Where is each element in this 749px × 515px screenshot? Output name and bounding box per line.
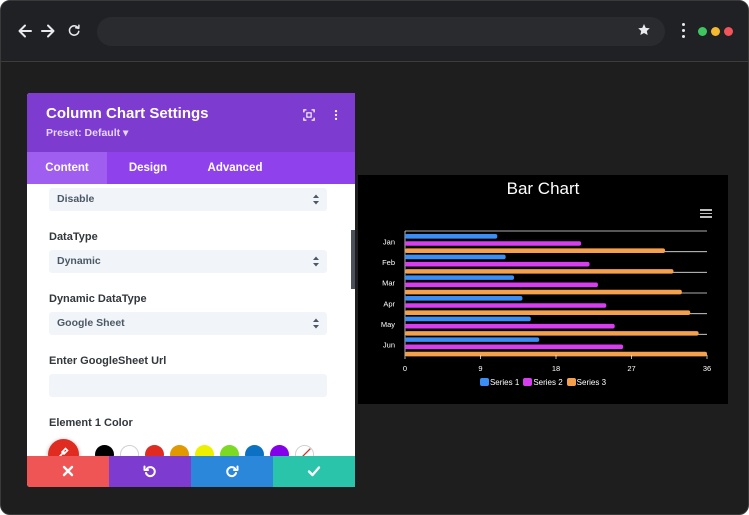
category-label: May [381, 320, 395, 329]
bar-feb-series-2 [405, 261, 590, 267]
window-dot-yellow-icon[interactable] [711, 27, 720, 36]
category-label: Mar [382, 279, 395, 288]
save-button[interactable] [273, 456, 355, 487]
address-bar[interactable] [97, 17, 665, 46]
bar-mar-series-2 [405, 282, 598, 288]
legend-item[interactable]: Series 1 [479, 378, 520, 387]
cancel-button[interactable] [27, 456, 109, 487]
legend-label: Series 3 [576, 378, 607, 387]
back-arrow-icon[interactable] [15, 21, 35, 41]
panel-footer [27, 456, 355, 487]
bar-apr-series-3 [405, 310, 691, 315]
panel-body: Disable DataType Dynamic Dynamic DataTyp… [27, 184, 355, 456]
x-tick-label: 27 [627, 364, 635, 373]
settings-panel: Column Chart Settings Preset: Default ▾ … [27, 93, 355, 487]
select-arrows-icon [313, 256, 319, 267]
window-dot-green-icon[interactable] [698, 27, 707, 36]
dynamic-datatype-label: Dynamic DataType [49, 293, 147, 305]
preset-dropdown[interactable]: Preset: Default ▾ [46, 127, 128, 139]
bar-may-series-3 [405, 331, 699, 336]
dynamic-datatype-select[interactable]: Google Sheet [49, 312, 327, 335]
panel-header: Column Chart Settings Preset: Default ▾ [27, 93, 355, 152]
legend-swatch [479, 378, 489, 386]
legend-item[interactable]: Series 2 [523, 378, 563, 387]
undo-icon [143, 465, 156, 478]
bar-jan-series-2 [405, 241, 582, 246]
legend-swatch [523, 378, 533, 386]
legend-swatch [566, 378, 576, 386]
category-label: Apr [383, 299, 395, 308]
browser-window: Column Chart Settings Preset: Default ▾ … [0, 0, 749, 515]
undo-button[interactable] [109, 456, 191, 487]
bar-mar-series-3 [405, 289, 682, 295]
category-label: Feb [382, 258, 395, 267]
bar-jan-series-1 [405, 234, 498, 239]
sheet-url-label: Enter GoogleSheet Url [49, 355, 167, 367]
element1-color-label: Element 1 Color [49, 417, 133, 429]
tab-content[interactable]: Content [27, 152, 107, 184]
select-arrows-icon [313, 194, 319, 205]
category-label: Jan [383, 237, 395, 246]
x-tick-label: 36 [703, 364, 711, 373]
sheet-url-input[interactable] [49, 374, 327, 397]
browser-menu-icon[interactable] [678, 23, 688, 41]
datatype-label: DataType [49, 231, 98, 243]
datatype-select-value: Dynamic [57, 255, 101, 267]
bar-jun-series-1 [405, 337, 540, 342]
datatype-select[interactable]: Dynamic [49, 250, 327, 273]
bar-may-series-1 [405, 316, 531, 322]
x-tick-label: 18 [552, 364, 560, 373]
panel-title: Column Chart Settings [46, 105, 209, 122]
bar-mar-series-1 [405, 275, 515, 280]
forward-arrow-icon[interactable] [38, 21, 58, 41]
chart-plot-area: Jan Feb Mar Apr May Jun 0 9 18 27 36 [381, 230, 711, 373]
reload-icon[interactable] [66, 22, 86, 42]
disable-select-value: Disable [57, 193, 95, 205]
tab-advanced[interactable]: Advanced [189, 152, 281, 184]
redo-button[interactable] [191, 456, 273, 487]
more-options-icon[interactable] [330, 108, 344, 122]
bookmark-star-icon[interactable] [637, 23, 653, 39]
legend-label: Series 2 [533, 378, 563, 387]
tab-design[interactable]: Design [107, 152, 189, 184]
browser-toolbar [1, 1, 748, 62]
bar-feb-series-3 [405, 269, 674, 274]
bar-jun-series-2 [405, 344, 624, 350]
dynamic-datatype-select-value: Google Sheet [57, 317, 125, 329]
expand-icon[interactable] [303, 108, 317, 122]
disable-select[interactable]: Disable [49, 188, 327, 211]
category-label: Jun [383, 341, 395, 350]
chart-legend: Series 1 Series 2 Series 3 [358, 378, 728, 387]
legend-item[interactable]: Series 3 [566, 378, 607, 387]
bar-chart: Bar Chart Jan Feb Mar Apr May Jun 0 9 18 27 36 Ser… [358, 175, 728, 404]
checkmark-icon [307, 466, 321, 477]
bar-apr-series-2 [405, 303, 607, 308]
close-icon [62, 465, 74, 477]
x-tick-label: 0 [403, 364, 407, 373]
redo-icon [226, 465, 239, 478]
legend-label: Series 1 [489, 378, 520, 387]
bar-may-series-2 [405, 323, 615, 329]
select-arrows-icon [313, 318, 319, 329]
bar-jan-series-3 [405, 248, 666, 253]
bar-apr-series-1 [405, 296, 523, 301]
settings-tabs: Content Design Advanced [27, 152, 355, 184]
panel-resize-handle[interactable] [351, 230, 355, 289]
x-tick-label: 9 [478, 364, 482, 373]
window-dot-red-icon[interactable] [724, 27, 733, 36]
bar-feb-series-1 [405, 254, 506, 260]
